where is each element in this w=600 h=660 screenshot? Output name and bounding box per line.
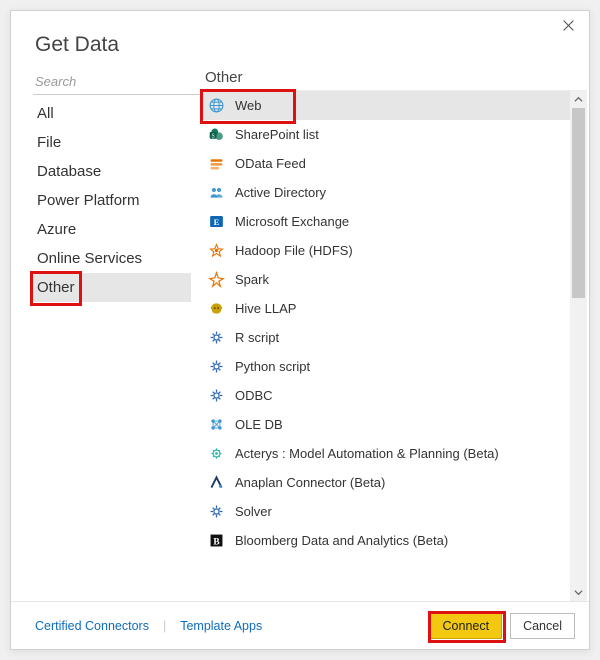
connector-label: Bloomberg Data and Analytics (Beta) [235,533,448,548]
oledb-icon [207,416,225,434]
anaplan-icon [207,474,225,492]
category-pane: AllFileDatabasePower PlatformAzureOnline… [11,69,201,601]
odbc-icon [207,387,225,405]
svg-text:E: E [213,217,219,227]
connector-label: OLE DB [235,417,283,432]
connector-item-hive-llap[interactable]: Hive LLAP [201,294,570,323]
footer-links: Certified Connectors | Template Apps [35,619,262,633]
connector-label: Hadoop File (HDFS) [235,243,353,258]
category-item-other[interactable]: Other [33,273,191,302]
dialog-body: AllFileDatabasePower PlatformAzureOnline… [11,69,589,601]
close-button[interactable] [556,15,581,40]
connector-item-sharepoint-list[interactable]: S SharePoint list [201,120,570,149]
connector-item-active-directory[interactable]: Active Directory [201,178,570,207]
connector-label: Active Directory [235,185,326,200]
category-item-online-services[interactable]: Online Services [33,244,191,273]
get-data-dialog: Get Data AllFileDatabasePower PlatformAz… [10,10,590,650]
exchange-icon: E [207,213,225,231]
connector-label: ODBC [235,388,273,403]
scroll-track[interactable] [570,108,587,584]
connector-item-acterys-model-automation-planning-beta[interactable]: Acterys : Model Automation & Planning (B… [201,439,570,468]
search-input[interactable] [33,69,203,95]
r-script-icon [207,329,225,347]
connector-pane: Other Web S SharePoint list OData Feed Activ… [201,69,589,601]
connector-item-bloomberg-data-and-analytics-beta[interactable]: B Bloomberg Data and Analytics (Beta) [201,526,570,555]
connector-label: Spark [235,272,269,287]
hive-icon [207,300,225,318]
connector-label: Solver [235,504,272,519]
connector-label: Hive LLAP [235,301,296,316]
certified-connectors-link[interactable]: Certified Connectors [35,619,149,633]
scroll-thumb[interactable] [572,108,585,298]
cancel-button[interactable]: Cancel [510,613,575,639]
svg-text:S: S [211,133,214,139]
category-item-power-platform[interactable]: Power Platform [33,186,191,215]
template-apps-link[interactable]: Template Apps [180,619,262,633]
odata-icon [207,155,225,173]
connector-item-ole-db[interactable]: OLE DB [201,410,570,439]
connector-item-spark[interactable]: Spark [201,265,570,294]
category-item-file[interactable]: File [33,128,191,157]
scroll-up-button[interactable] [570,91,587,108]
connector-pane-heading: Other [201,69,587,90]
category-item-azure[interactable]: Azure [33,215,191,244]
connector-list: Web S SharePoint list OData Feed Active Dire… [201,91,570,601]
sharepoint-icon: S [207,126,225,144]
connector-label: Microsoft Exchange [235,214,349,229]
spark-icon [207,271,225,289]
connector-label: Acterys : Model Automation & Planning (B… [235,446,499,461]
connector-item-odbc[interactable]: ODBC [201,381,570,410]
connector-item-microsoft-exchange[interactable]: E Microsoft Exchange [201,207,570,236]
solver-icon [207,503,225,521]
connect-button[interactable]: Connect [430,613,503,639]
chevron-up-icon [574,95,583,104]
connector-item-anaplan-connector-beta[interactable]: Anaplan Connector (Beta) [201,468,570,497]
scrollbar[interactable] [570,91,587,601]
connector-item-r-script[interactable]: R script [201,323,570,352]
close-icon [562,19,575,32]
connector-item-odata-feed[interactable]: OData Feed [201,149,570,178]
active-directory-icon [207,184,225,202]
connector-label: OData Feed [235,156,306,171]
connector-label: R script [235,330,279,345]
globe-icon [207,97,225,115]
acterys-icon [207,445,225,463]
connector-item-hadoop-file-hdfs[interactable]: Hadoop File (HDFS) [201,236,570,265]
connector-item-python-script[interactable]: Python script [201,352,570,381]
python-script-icon [207,358,225,376]
link-separator: | [163,619,166,633]
dialog-title: Get Data [11,11,589,69]
chevron-down-icon [574,588,583,597]
category-item-all[interactable]: All [33,99,191,128]
connector-item-solver[interactable]: Solver [201,497,570,526]
connector-label: SharePoint list [235,127,319,142]
svg-text:B: B [213,537,219,547]
connector-label: Python script [235,359,310,374]
hadoop-icon [207,242,225,260]
connector-item-web[interactable]: Web [201,91,570,120]
category-item-database[interactable]: Database [33,157,191,186]
dialog-footer: Certified Connectors | Template Apps Con… [11,601,589,649]
bloomberg-icon: B [207,532,225,550]
scroll-down-button[interactable] [570,584,587,601]
connector-label: Web [235,98,262,113]
connector-label: Anaplan Connector (Beta) [235,475,385,490]
